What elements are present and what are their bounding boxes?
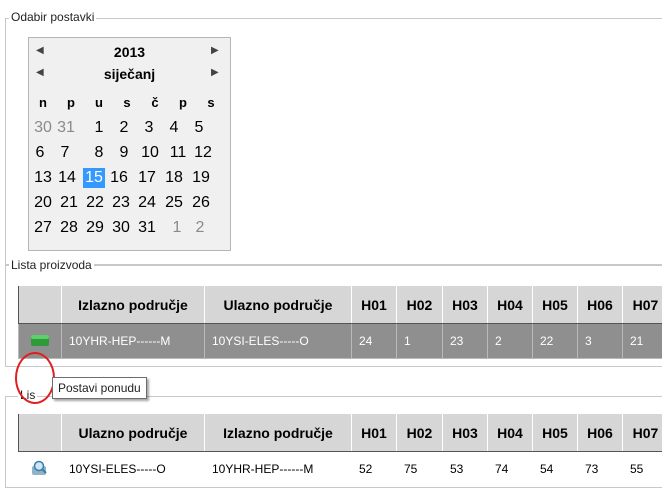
table-cell: 23 xyxy=(443,324,488,359)
calendar-day[interactable]: 4 xyxy=(163,118,185,138)
table-cell: 52 xyxy=(352,452,397,487)
table-cell: 55 xyxy=(623,452,662,487)
calendar-day[interactable]: 11 xyxy=(167,143,189,163)
calendar-day[interactable]: 29 xyxy=(84,218,106,238)
next-month-icon[interactable]: ▶ xyxy=(211,67,219,78)
calendar-day[interactable]: 10 xyxy=(139,143,161,163)
weekday-header: n xyxy=(29,95,57,110)
table-cell: 10YHR-HEP------M xyxy=(205,452,352,487)
table-cell: 74 xyxy=(488,452,533,487)
calendar-year: 2013 xyxy=(29,44,230,60)
table-header[interactable]: H06 xyxy=(578,286,623,324)
table-cell: 10YHR-HEP------M xyxy=(62,324,205,359)
magnifier-icon[interactable] xyxy=(31,460,49,476)
table-cell: 3 xyxy=(578,324,623,359)
weekday-header: u xyxy=(85,95,113,110)
weekday-header: p xyxy=(57,95,85,110)
calendar-day[interactable]: 13 xyxy=(32,168,54,188)
table-header[interactable]: H04 xyxy=(488,414,533,452)
tooltip: Postavi ponudu xyxy=(52,377,147,399)
calendar-day[interactable]: 1 xyxy=(88,118,110,138)
table-header xyxy=(19,286,62,324)
table-cell: 22 xyxy=(533,324,578,359)
calendar-day[interactable]: 30 xyxy=(110,218,132,238)
calendar-day[interactable]: 24 xyxy=(136,193,158,213)
calendar-day[interactable]: 26 xyxy=(190,193,212,213)
calendar-day[interactable]: 16 xyxy=(108,168,130,188)
calendar-day[interactable]: 1 xyxy=(166,218,188,238)
green-box-icon[interactable] xyxy=(30,333,50,347)
table-header[interactable]: H05 xyxy=(533,286,578,324)
calendar-day[interactable]: 14 xyxy=(56,168,78,188)
calendar-day[interactable]: 9 xyxy=(113,143,135,163)
table-header[interactable]: H01 xyxy=(352,286,397,324)
table-header[interactable]: H07 xyxy=(623,286,662,324)
calendar-day[interactable]: 19 xyxy=(190,168,212,188)
product-table: Izlazno područje Ulazno područje H01 H02… xyxy=(18,285,662,359)
calendar-day[interactable]: 6 xyxy=(29,143,51,163)
calendar-day[interactable]: 23 xyxy=(110,193,132,213)
table-cell: 21 xyxy=(623,324,662,359)
table-cell: 54 xyxy=(533,452,578,487)
table-header[interactable]: H03 xyxy=(443,286,488,324)
calendar-day[interactable]: 31 xyxy=(55,118,77,138)
offer-table: Ulazno područje Izlazno područje H01 H02… xyxy=(18,413,662,487)
table-header[interactable]: H03 xyxy=(443,414,488,452)
calendar-day[interactable]: 8 xyxy=(88,143,110,163)
calendar-day[interactable]: 5 xyxy=(188,118,210,138)
table-header[interactable]: H06 xyxy=(578,414,623,452)
weekday-header: s xyxy=(113,95,141,110)
table-header[interactable]: H01 xyxy=(352,414,397,452)
calendar-day[interactable]: 18 xyxy=(163,168,185,188)
table-header[interactable]: H07 xyxy=(623,414,662,452)
highlight-circle xyxy=(15,352,55,404)
table-header[interactable]: Izlazno područje xyxy=(62,286,205,324)
calendar-day[interactable]: 2 xyxy=(189,218,211,238)
table-header-row: Izlazno područje Ulazno područje H01 H02… xyxy=(19,286,662,324)
table-header[interactable]: H02 xyxy=(397,414,443,452)
calendar-day[interactable]: 30 xyxy=(32,118,54,138)
table-cell: 10YSI-ELES-----O xyxy=(62,452,205,487)
table-header[interactable]: Izlazno područje xyxy=(205,414,352,452)
table-row[interactable]: 10YHR-HEP------M 10YSI-ELES-----O 24 1 2… xyxy=(19,324,662,359)
calendar-day-selected[interactable]: 15 xyxy=(83,168,105,188)
table-cell: 2 xyxy=(488,324,533,359)
table-header[interactable]: Ulazno područje xyxy=(205,286,352,324)
table-header[interactable]: Ulazno područje xyxy=(62,414,205,452)
view-offer-button[interactable] xyxy=(19,452,62,487)
table-cell: 53 xyxy=(443,452,488,487)
calendar-day[interactable]: 31 xyxy=(136,218,158,238)
calendar-day[interactable]: 25 xyxy=(163,193,185,213)
table-header-row: Ulazno područje Izlazno područje H01 H02… xyxy=(19,414,662,452)
settings-legend: Odabir postavki xyxy=(9,10,96,24)
table-header[interactable]: H04 xyxy=(488,286,533,324)
calendar: ◀ 2013 ▶ ◀ siječanj ▶ n p u s č p s 30 3… xyxy=(28,37,231,251)
product-list-legend: Lista proizvoda xyxy=(9,258,94,272)
table-cell: 24 xyxy=(352,324,397,359)
calendar-day[interactable]: 12 xyxy=(192,143,214,163)
table-cell: 75 xyxy=(397,452,443,487)
table-header[interactable]: H02 xyxy=(397,286,443,324)
table-header[interactable]: H05 xyxy=(533,414,578,452)
table-row[interactable]: 10YSI-ELES-----O 10YHR-HEP------M 52 75 … xyxy=(19,452,662,487)
table-cell: 10YSI-ELES-----O xyxy=(205,324,352,359)
table-cell: 73 xyxy=(578,452,623,487)
weekday-header: s xyxy=(197,95,225,110)
weekday-header: č xyxy=(141,95,169,110)
calendar-day[interactable]: 28 xyxy=(58,218,80,238)
calendar-month: siječanj xyxy=(29,66,230,82)
calendar-day[interactable]: 27 xyxy=(32,218,54,238)
next-year-icon[interactable]: ▶ xyxy=(211,45,219,56)
calendar-day[interactable]: 21 xyxy=(58,193,80,213)
calendar-day[interactable]: 2 xyxy=(113,118,135,138)
calendar-day[interactable]: 3 xyxy=(138,118,160,138)
calendar-day[interactable]: 7 xyxy=(54,143,76,163)
table-header xyxy=(19,414,62,452)
table-cell: 1 xyxy=(397,324,443,359)
weekday-header: p xyxy=(169,95,197,110)
calendar-day[interactable]: 17 xyxy=(136,168,158,188)
calendar-day[interactable]: 20 xyxy=(32,193,54,213)
calendar-day[interactable]: 22 xyxy=(84,193,106,213)
